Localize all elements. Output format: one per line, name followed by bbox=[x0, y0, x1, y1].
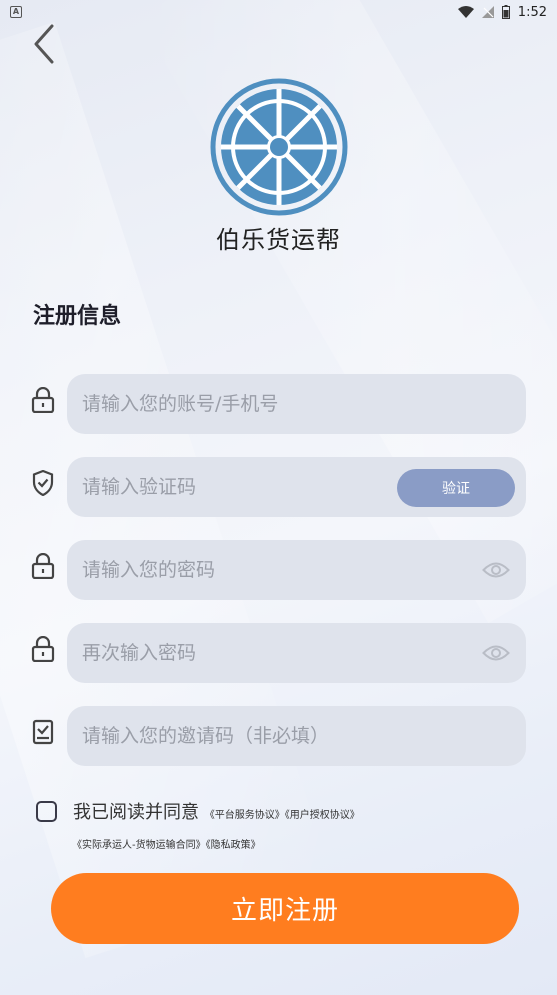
confirm-password-row bbox=[30, 623, 527, 685]
password-field bbox=[67, 540, 526, 600]
account-row bbox=[30, 374, 527, 436]
agreement-checkbox[interactable] bbox=[36, 801, 57, 822]
user-authorization-agreement-link[interactable]: 《用户授权协议》 bbox=[285, 810, 360, 821]
section-title: 注册信息 bbox=[33, 304, 122, 329]
invite-code-input[interactable] bbox=[82, 706, 502, 766]
account-field bbox=[67, 374, 526, 434]
lock-icon bbox=[30, 552, 56, 580]
lock-icon bbox=[30, 635, 56, 663]
confirm-password-field bbox=[67, 623, 526, 683]
wifi-icon bbox=[457, 6, 474, 18]
register-button[interactable]: 立即注册 bbox=[51, 873, 519, 944]
signal-off-icon bbox=[481, 6, 494, 18]
chevron-left-icon bbox=[34, 24, 54, 64]
badge-check-icon bbox=[30, 718, 56, 746]
app-name: 伯乐货运帮 bbox=[216, 226, 341, 254]
platform-service-agreement-link[interactable]: 《平台服务协议》 bbox=[205, 810, 285, 821]
account-input[interactable] bbox=[82, 374, 382, 434]
app-indicator-icon: A bbox=[10, 6, 22, 18]
confirm-password-visibility-toggle[interactable] bbox=[482, 640, 510, 666]
app-logo bbox=[210, 78, 348, 216]
invite-code-field bbox=[67, 706, 526, 766]
code-input[interactable] bbox=[82, 457, 382, 517]
agreement-links-line2: 《实际承运人-货物运输合同》《隐私政策》 bbox=[72, 836, 261, 851]
verify-button[interactable]: 验证 bbox=[397, 469, 515, 507]
agreement-text: 我已阅读并同意 《平台服务协议》《用户授权协议》 bbox=[73, 798, 360, 824]
back-button[interactable] bbox=[24, 22, 64, 66]
eye-icon bbox=[482, 645, 510, 661]
invite-code-row bbox=[30, 706, 527, 768]
password-visibility-toggle[interactable] bbox=[482, 557, 510, 583]
agreement-prefix: 我已阅读并同意 bbox=[73, 802, 199, 823]
transport-contract-link[interactable]: 《实际承运人-货物运输合同》 bbox=[72, 840, 206, 851]
password-row bbox=[30, 540, 527, 602]
status-time: 1:52 bbox=[517, 4, 547, 20]
code-field: 验证 bbox=[67, 457, 526, 517]
eye-icon bbox=[482, 562, 510, 578]
status-bar: A 1:52 bbox=[0, 0, 557, 24]
privacy-policy-link[interactable]: 《隐私政策》 bbox=[206, 840, 261, 851]
confirm-password-input[interactable] bbox=[82, 623, 382, 683]
lock-icon bbox=[30, 386, 56, 414]
password-input[interactable] bbox=[82, 540, 382, 600]
shield-check-icon bbox=[30, 469, 56, 497]
code-row: 验证 bbox=[30, 457, 527, 519]
battery-icon bbox=[501, 5, 510, 19]
